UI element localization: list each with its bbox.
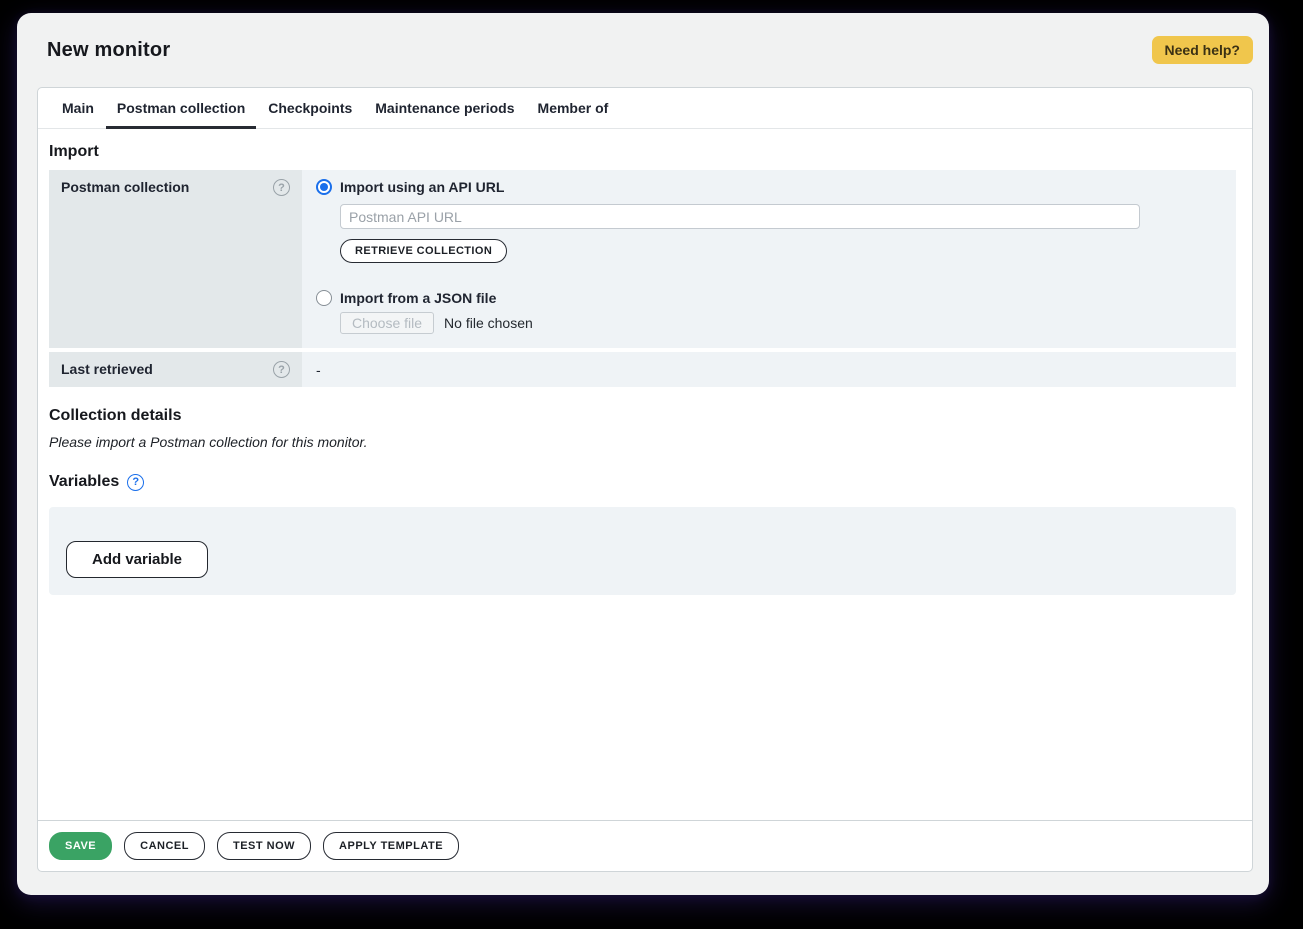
new-monitor-card: New monitor Need help? Main Postman coll… xyxy=(17,13,1269,895)
test-now-button[interactable]: TEST NOW xyxy=(217,832,311,860)
retrieve-collection-button[interactable]: RETRIEVE COLLECTION xyxy=(340,239,507,263)
variables-panel: Add variable xyxy=(49,507,1236,595)
tab-member-of[interactable]: Member of xyxy=(527,88,620,128)
tab-postman-collection[interactable]: Postman collection xyxy=(106,88,256,128)
save-button[interactable]: SAVE xyxy=(49,832,112,860)
last-retrieved-label: Last retrieved xyxy=(61,361,153,377)
last-retrieved-row: Last retrieved ? - xyxy=(49,352,1236,387)
last-retrieved-value: - xyxy=(316,362,321,378)
postman-collection-row: Postman collection ? Import using an API… xyxy=(49,170,1236,348)
collection-details-note: Please import a Postman collection for t… xyxy=(49,434,1236,450)
collection-details-block: Collection details Please import a Postm… xyxy=(49,407,1236,450)
import-api-url-radio-label[interactable]: Import using an API URL xyxy=(340,179,504,195)
postman-collection-help-icon[interactable]: ? xyxy=(273,179,290,196)
tab-main[interactable]: Main xyxy=(51,88,105,128)
card-header: New monitor Need help? xyxy=(17,13,1269,87)
postman-collection-label: Postman collection xyxy=(61,179,189,195)
monitor-settings-panel: Main Postman collection Checkpoints Main… xyxy=(37,87,1253,872)
file-input-row: Choose file No file chosen xyxy=(340,312,1222,334)
tab-checkpoints[interactable]: Checkpoints xyxy=(257,88,363,128)
choose-file-button[interactable]: Choose file xyxy=(340,312,434,334)
import-form-table: Postman collection ? Import using an API… xyxy=(49,170,1236,387)
import-api-url-radio-row: Import using an API URL xyxy=(316,179,1222,195)
import-json-file-radio[interactable] xyxy=(316,290,332,306)
tab-bar: Main Postman collection Checkpoints Main… xyxy=(38,88,1252,129)
variables-heading-row: Variables ? xyxy=(49,473,1236,491)
file-status-text: No file chosen xyxy=(444,315,533,331)
tab-content: Import Postman collection ? Import using… xyxy=(38,129,1252,820)
add-variable-button[interactable]: Add variable xyxy=(66,541,208,578)
postman-collection-label-cell: Postman collection ? xyxy=(49,170,302,348)
screenshot-stage: New monitor Need help? Main Postman coll… xyxy=(0,0,1303,929)
collection-details-heading: Collection details xyxy=(49,407,1236,425)
import-section-heading: Import xyxy=(49,143,1236,161)
last-retrieved-label-cell: Last retrieved ? xyxy=(49,352,302,387)
page-title: New monitor xyxy=(47,39,170,62)
import-api-url-radio[interactable] xyxy=(316,179,332,195)
variables-help-icon[interactable]: ? xyxy=(127,474,144,491)
footer-button-bar: SAVE CANCEL TEST NOW APPLY TEMPLATE xyxy=(38,820,1252,871)
variables-heading: Variables xyxy=(49,473,119,491)
import-json-file-radio-label[interactable]: Import from a JSON file xyxy=(340,290,496,306)
postman-api-url-input[interactable] xyxy=(340,204,1140,229)
postman-collection-value-cell: Import using an API URL RETRIEVE COLLECT… xyxy=(302,170,1236,348)
need-help-button[interactable]: Need help? xyxy=(1152,36,1253,64)
apply-template-button[interactable]: APPLY TEMPLATE xyxy=(323,832,459,860)
cancel-button[interactable]: CANCEL xyxy=(124,832,205,860)
last-retrieved-help-icon[interactable]: ? xyxy=(273,361,290,378)
last-retrieved-value-cell: - xyxy=(302,352,1236,387)
tab-maintenance-periods[interactable]: Maintenance periods xyxy=(364,88,525,128)
import-json-file-radio-row: Import from a JSON file xyxy=(316,290,1222,306)
